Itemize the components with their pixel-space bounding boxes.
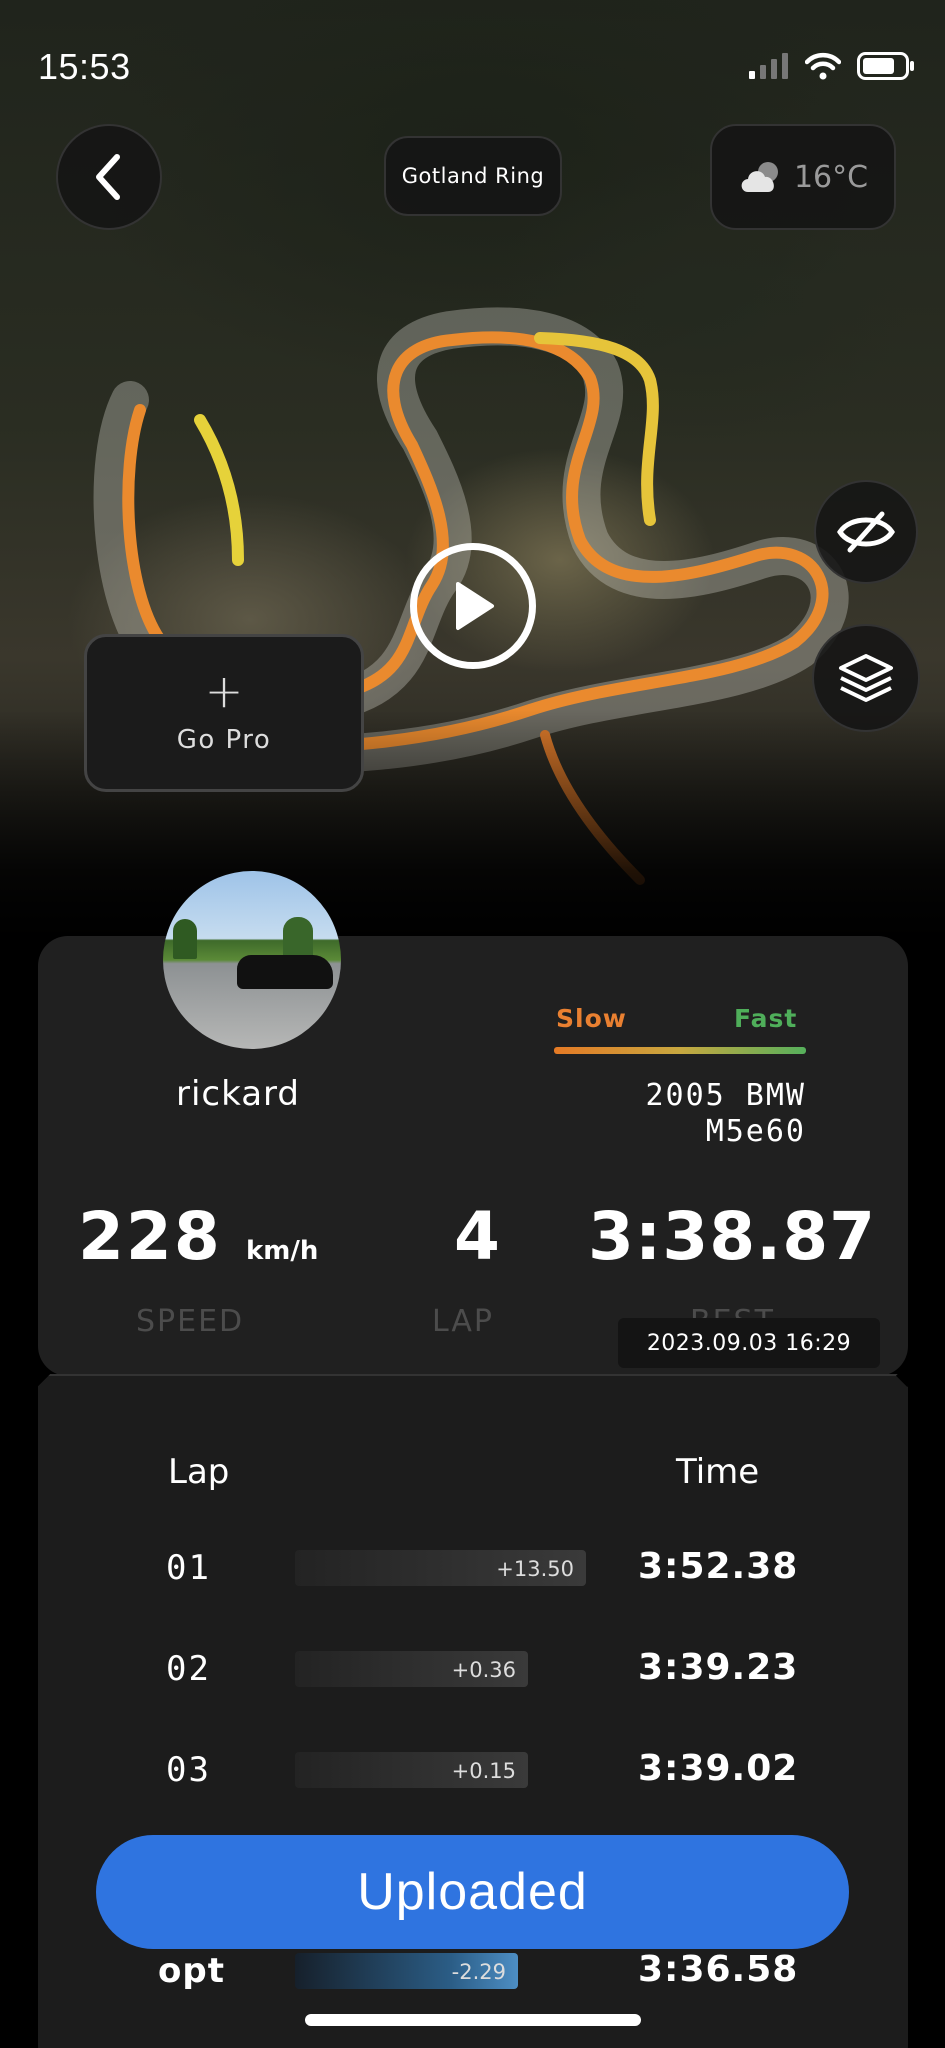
lap-number: 03 — [166, 1750, 211, 1790]
divider — [38, 1374, 908, 1376]
speed-gradient-legend — [554, 1047, 806, 1054]
home-indicator[interactable] — [305, 2014, 641, 2026]
uploaded-button[interactable]: Uploaded — [96, 1835, 849, 1949]
eye-off-icon — [837, 511, 895, 553]
delta-value: +0.36 — [451, 1658, 516, 1682]
car-name: 2005 BMW M5e60 — [520, 1078, 806, 1150]
delta-value: +0.15 — [451, 1759, 516, 1783]
lap-count-value: 4 — [454, 1198, 500, 1275]
delta-bar: +0.15 — [295, 1752, 528, 1788]
weather-badge: 16°C — [710, 124, 896, 230]
avatar[interactable] — [163, 871, 341, 1049]
top-speed-value: 228 — [78, 1198, 222, 1275]
status-icons — [749, 52, 915, 80]
lap-time: 3:52.38 — [638, 1546, 799, 1587]
play-button[interactable] — [410, 543, 536, 669]
lap-number: opt — [158, 1951, 225, 1991]
column-header-lap: Lap — [168, 1452, 230, 1492]
car-model-code: M5e60 — [705, 1114, 806, 1149]
plus-icon: + — [204, 664, 244, 718]
back-button[interactable] — [56, 124, 162, 230]
track-name: Gotland Ring — [401, 164, 545, 188]
delta-value: +13.50 — [496, 1557, 574, 1581]
delta-bar: +13.50 — [295, 1550, 586, 1586]
play-icon — [456, 582, 494, 630]
username: rickard — [175, 1074, 300, 1114]
wifi-icon — [805, 52, 841, 80]
layers-icon — [839, 654, 893, 702]
table-row-optimal[interactable]: opt -2.29 3:36.58 — [0, 1943, 945, 2003]
lap-number: 01 — [166, 1548, 211, 1588]
cloud-sun-icon — [741, 162, 778, 192]
gopro-add-button[interactable]: + Go Pro — [84, 634, 364, 792]
lap-time: 3:36.58 — [638, 1949, 799, 1990]
gopro-label: Go Pro — [176, 725, 272, 755]
speed-label: SPEED — [136, 1304, 245, 1339]
lap-time: 3:39.02 — [638, 1748, 799, 1789]
column-header-time: Time — [676, 1452, 760, 1492]
lap-label: LAP — [432, 1304, 495, 1339]
hide-track-button[interactable] — [814, 480, 918, 584]
signal-icon — [749, 53, 788, 79]
lap-time: 3:39.23 — [638, 1647, 799, 1688]
table-row[interactable]: 03 +0.15 3:39.02 — [0, 1742, 945, 1802]
delta-bar: +0.36 — [295, 1651, 528, 1687]
speed-unit: km/h — [246, 1236, 319, 1266]
table-row[interactable]: 01 +13.50 3:52.38 — [0, 1540, 945, 1600]
status-time: 15:53 — [38, 46, 131, 87]
delta-bar: -2.29 — [295, 1953, 518, 1989]
session-date: 2023.09.03 16:29 — [618, 1318, 880, 1368]
temperature: 16°C — [793, 159, 869, 195]
legend-slow: Slow — [556, 1004, 627, 1033]
battery-icon — [857, 52, 914, 80]
delta-value: -2.29 — [451, 1960, 506, 1984]
car-model-year: 2005 BMW — [645, 1078, 806, 1113]
track-name-pill[interactable]: Gotland Ring — [384, 136, 562, 216]
lap-number: 02 — [166, 1649, 211, 1689]
chevron-left-icon — [96, 154, 120, 200]
map-layers-button[interactable] — [812, 624, 920, 732]
table-row[interactable]: 02 +0.36 3:39.23 — [0, 1641, 945, 1701]
best-lap-value: 3:38.87 — [588, 1198, 877, 1275]
legend-fast: Fast — [734, 1004, 798, 1033]
